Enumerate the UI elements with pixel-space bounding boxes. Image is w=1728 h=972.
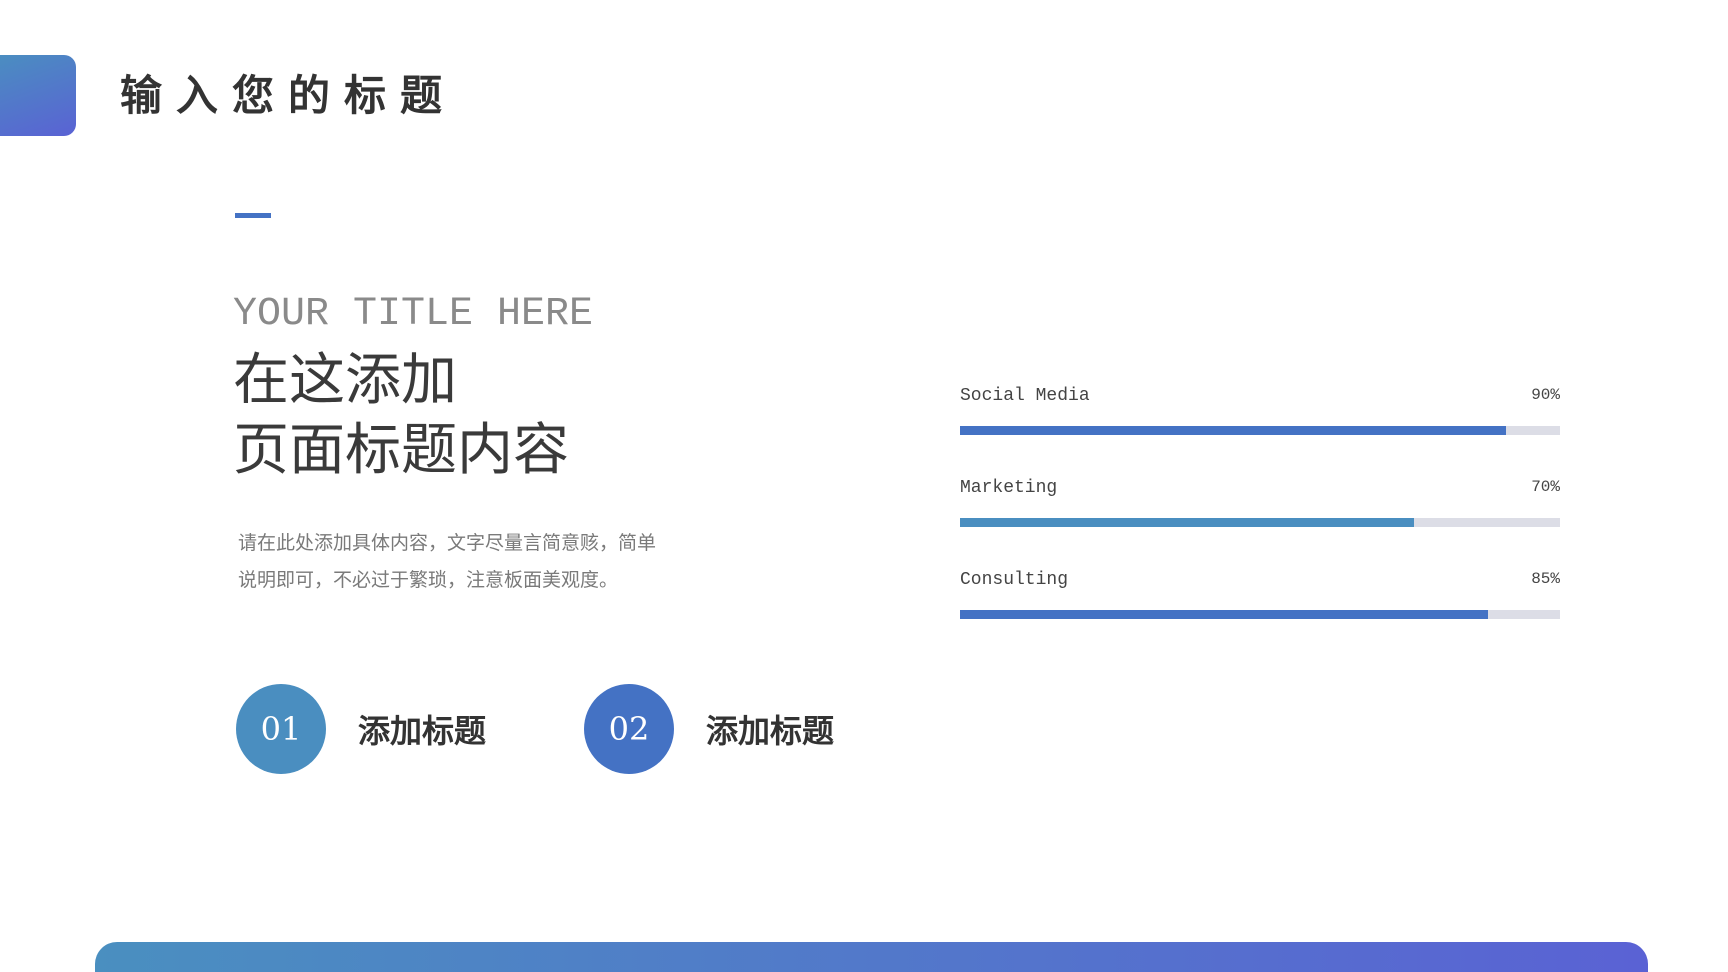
body-paragraph: 请在此处添加具体内容，文字尽量言简意赅，简单 说明即可，不必过于繁琐，注意板面美… [238, 525, 738, 599]
body-line-1: 请在此处添加具体内容，文字尽量言简意赅，简单 [238, 532, 657, 554]
corner-accent-block [0, 55, 76, 136]
chinese-heading: 在这添加 页面标题内容 [233, 346, 569, 486]
progress-row-consulting: Consulting 85% [960, 564, 1560, 656]
item-label-02: 添加标题 [706, 712, 835, 750]
chinese-heading-line-2: 页面标题内容 [233, 418, 569, 483]
progress-fill [960, 426, 1506, 435]
progress-percent: 70% [1531, 478, 1560, 496]
english-subtitle: YOUR TITLE HERE [233, 292, 594, 337]
progress-row-marketing: Marketing 70% [960, 472, 1560, 564]
progress-label: Social Media [960, 386, 1090, 406]
body-line-2: 说明即可，不必过于繁琐，注意板面美观度。 [238, 569, 619, 591]
progress-fill [960, 610, 1488, 619]
numbered-item-01: 01 添加标题 [236, 684, 486, 774]
progress-fill [960, 518, 1415, 527]
progress-track [960, 518, 1560, 527]
page-title: 输入您的标题 [120, 71, 457, 120]
progress-percent: 90% [1531, 386, 1560, 404]
item-label-01: 添加标题 [358, 712, 487, 750]
progress-track [960, 426, 1560, 435]
progress-track [960, 610, 1560, 619]
accent-dash [235, 213, 271, 218]
slide: 输入您的标题 YOUR TITLE HERE 在这添加 页面标题内容 请在此处添… [0, 0, 1728, 972]
number-circle-01: 01 [236, 684, 326, 774]
progress-percent: 85% [1531, 570, 1560, 588]
footer-gradient-band [95, 942, 1648, 972]
chinese-heading-line-1: 在这添加 [233, 348, 457, 413]
progress-label: Marketing [960, 478, 1058, 498]
numbered-item-02: 02 添加标题 [584, 684, 834, 774]
progress-row-social-media: Social Media 90% [960, 380, 1560, 472]
number-circle-02: 02 [584, 684, 674, 774]
progress-label: Consulting [960, 570, 1069, 590]
progress-bars: Social Media 90% Marketing 70% Consultin… [960, 380, 1560, 656]
